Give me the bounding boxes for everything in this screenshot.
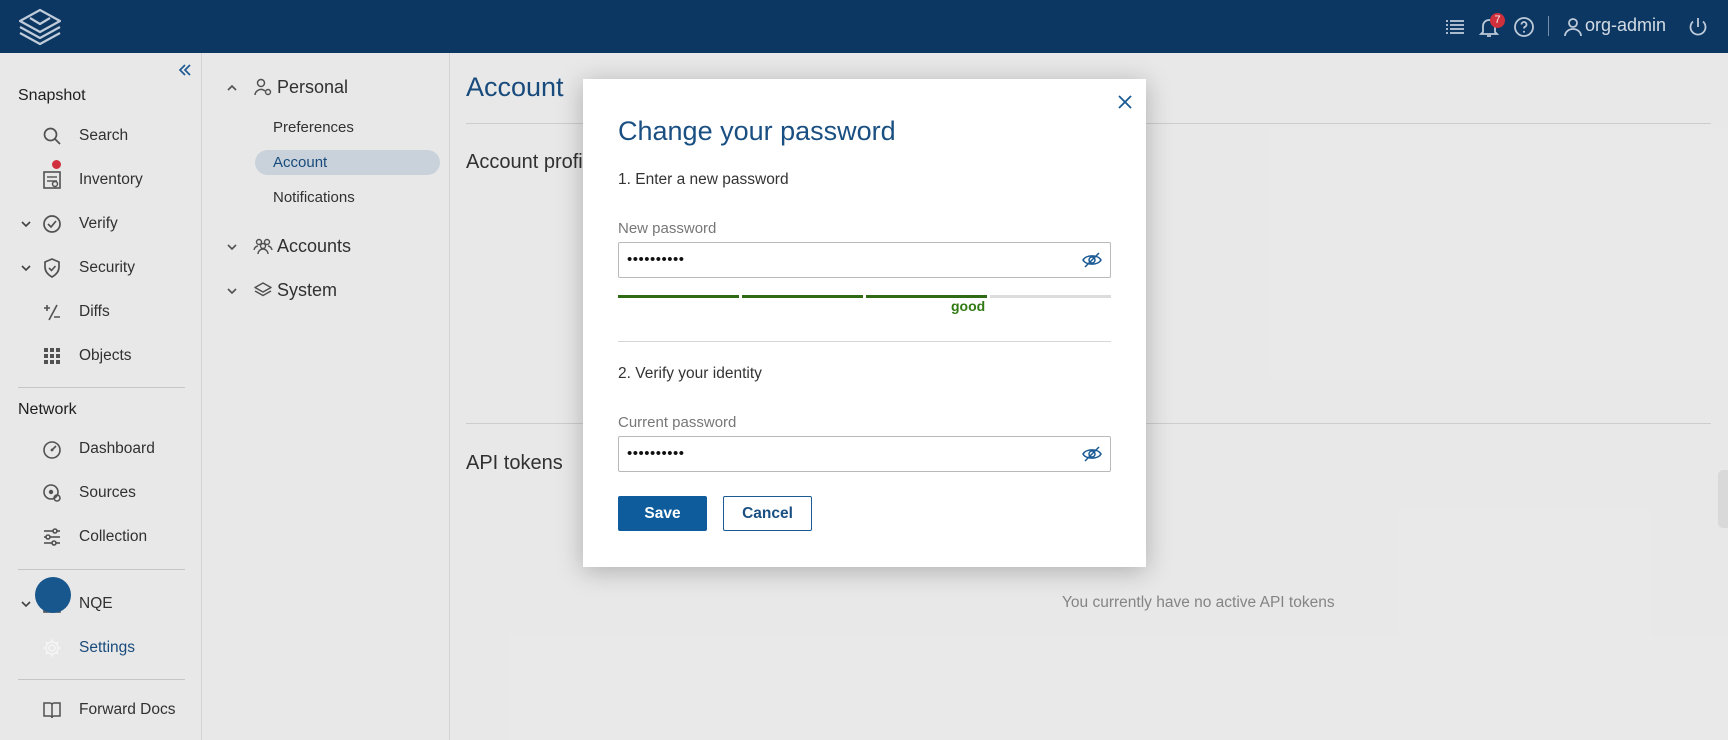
new-password-label: New password — [618, 220, 717, 237]
dialog-title: Change your password — [618, 116, 896, 146]
hide-password-icon[interactable] — [1081, 444, 1103, 464]
step-1-label: 1. Enter a new password — [618, 171, 789, 188]
current-password-label: Current password — [618, 414, 737, 431]
save-button[interactable]: Save — [618, 496, 707, 531]
step-2-label: 2. Verify your identity — [618, 365, 762, 382]
hide-password-icon[interactable] — [1081, 250, 1103, 270]
cancel-button[interactable]: Cancel — [723, 496, 812, 531]
strength-segment — [742, 295, 863, 298]
strength-segment — [990, 295, 1111, 298]
strength-segment — [618, 295, 739, 298]
password-strength-label: good — [951, 298, 986, 314]
dialog-divider — [618, 341, 1111, 342]
change-password-dialog: Change your password 1. Enter a new pass… — [583, 79, 1146, 567]
close-icon[interactable] — [1115, 92, 1135, 112]
current-password-value: •••••••••• — [627, 445, 685, 462]
new-password-field[interactable]: •••••••••• — [618, 242, 1111, 278]
new-password-value: •••••••••• — [627, 251, 685, 268]
current-password-field[interactable]: •••••••••• — [618, 436, 1111, 472]
